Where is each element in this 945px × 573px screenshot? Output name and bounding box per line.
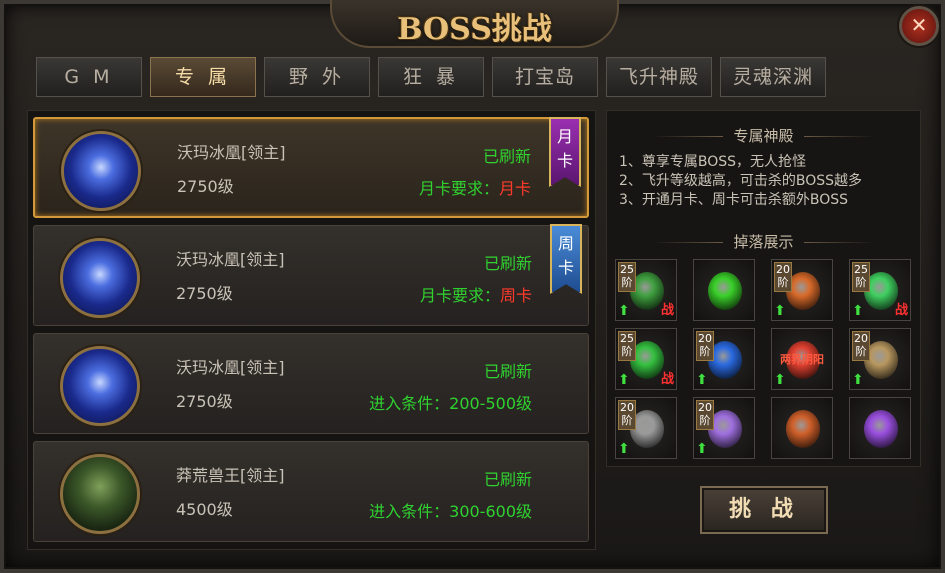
item-icon	[708, 272, 742, 310]
upgrade-arrow-icon: ⬆	[774, 372, 786, 388]
tab-berserk[interactable]: 狂 暴	[378, 57, 484, 97]
stage-badge: 20阶	[852, 331, 870, 361]
tab-soul-abyss[interactable]: 灵魂深渊	[720, 57, 826, 97]
stage-badge: 20阶	[696, 331, 714, 361]
boss-card[interactable]: 沃玛冰凰[领主] 2750级 已刷新 月卡要求：月卡 月卡	[33, 117, 589, 218]
upgrade-arrow-icon: ⬆	[852, 303, 864, 319]
upgrade-arrow-icon: ⬆	[774, 303, 786, 319]
upgrade-arrow-icon: ⬆	[618, 372, 630, 388]
title-plate: BOSS挑战	[330, 0, 619, 48]
green-gem-item[interactable]	[693, 259, 755, 321]
boss-level: 4500级	[176, 500, 233, 519]
requirement: 月卡要求：月卡	[418, 179, 531, 198]
boss-card[interactable]: 沃玛冰凰[领主] 2750级 已刷新 月卡要求：周卡 周卡	[33, 224, 589, 326]
tab-wild[interactable]: 野 外	[264, 57, 370, 97]
rule-text: 2、飞升等级越高，可击杀的BOSS越多	[619, 173, 863, 189]
tab-ascension-temple[interactable]: 飞升神殿	[606, 57, 712, 97]
armor-item[interactable]: 25阶 ⬆ 战	[615, 259, 677, 321]
stage-badge: 25阶	[618, 331, 636, 361]
blue-orb-item[interactable]: 20阶 ⬆	[693, 328, 755, 390]
title-item[interactable]: 两界阴阳 ⬆	[771, 328, 833, 390]
boss-avatar	[60, 454, 140, 534]
upgrade-arrow-icon: ⬆	[696, 441, 708, 457]
close-button[interactable]: ✕	[899, 6, 939, 46]
boss-card[interactable]: 沃玛冰凰[领主] 2750级 已刷新 进入条件：200-500级	[33, 333, 589, 434]
requirement: 月卡要求：周卡	[419, 286, 532, 305]
refresh-status: 已刷新	[483, 470, 532, 489]
section-title: 专属神殿	[607, 125, 920, 146]
tab-exclusive[interactable]: 专 属	[150, 57, 256, 97]
stage-badge: 25阶	[618, 262, 636, 292]
window-title: BOSS挑战	[397, 12, 552, 47]
requirement: 进入条件：300-600级	[369, 502, 532, 521]
upgrade-arrow-icon: ⬆	[696, 372, 708, 388]
boss-level: 2750级	[176, 392, 233, 411]
battle-mark: 战	[894, 303, 908, 318]
battle-mark: 战	[660, 372, 674, 387]
battle-mark: 战	[660, 303, 674, 318]
boss-card[interactable]: 莽荒兽王[领主] 4500级 已刷新 进入条件：300-600级	[33, 441, 589, 542]
ring-item[interactable]: 20阶 ⬆	[771, 259, 833, 321]
boss-name: 沃玛冰凰[领主]	[176, 358, 285, 377]
item-icon	[786, 410, 820, 448]
refresh-status: 已刷新	[483, 362, 532, 381]
stage-badge: 20阶	[774, 262, 792, 292]
helmet-item[interactable]: 20阶 ⬆	[849, 328, 911, 390]
challenge-button[interactable]: 挑 战	[700, 486, 828, 534]
gift-box-item[interactable]	[771, 397, 833, 459]
upgrade-arrow-icon: ⬆	[618, 303, 630, 319]
drops-title: 掉落展示	[607, 231, 920, 252]
weekly-card-ribbon: 周卡	[550, 224, 582, 294]
item-title-text: 两界阴阳	[780, 353, 824, 366]
tab-treasure-island[interactable]: 打宝岛	[492, 57, 598, 97]
rule-text: 3、开通月卡、周卡可击杀额外BOSS	[619, 192, 849, 208]
info-panel: 专属神殿 1、尊享专属BOSS，无人抢怪 2、飞升等级越高，可击杀的BOSS越多…	[606, 110, 921, 467]
bow-item[interactable]: 25阶 ⬆ 战	[849, 259, 911, 321]
upgrade-arrow-icon: ⬆	[852, 372, 864, 388]
tab-gm[interactable]: G M	[36, 57, 142, 97]
stage-badge: 20阶	[696, 400, 714, 430]
stage-badge: 25阶	[852, 262, 870, 292]
purple-crystal-item[interactable]	[849, 397, 911, 459]
rule-text: 1、尊享专属BOSS，无人抢怪	[619, 154, 807, 170]
stage-badge: 20阶	[618, 400, 636, 430]
refresh-status: 已刷新	[483, 254, 532, 273]
wings-item[interactable]: 20阶 ⬆	[693, 397, 755, 459]
boss-avatar	[60, 238, 140, 318]
boss-avatar	[61, 131, 141, 211]
requirement: 进入条件：200-500级	[369, 394, 532, 413]
boss-level: 2750级	[176, 284, 233, 303]
upgrade-arrow-icon: ⬆	[618, 441, 630, 457]
bracelet-item[interactable]: 25阶 ⬆ 战	[615, 328, 677, 390]
hat-item[interactable]: 20阶 ⬆	[615, 397, 677, 459]
monthly-card-ribbon: 月卡	[549, 117, 581, 187]
boss-name: 莽荒兽王[领主]	[176, 466, 285, 485]
boss-name: 沃玛冰凰[领主]	[177, 143, 286, 162]
item-icon	[864, 410, 898, 448]
boss-list: 沃玛冰凰[领主] 2750级 已刷新 月卡要求：月卡 月卡 沃玛冰凰[领主] 2…	[27, 110, 596, 550]
boss-level: 2750级	[177, 177, 234, 196]
refresh-status: 已刷新	[482, 147, 531, 166]
boss-name: 沃玛冰凰[领主]	[176, 250, 285, 269]
boss-avatar	[60, 346, 140, 426]
